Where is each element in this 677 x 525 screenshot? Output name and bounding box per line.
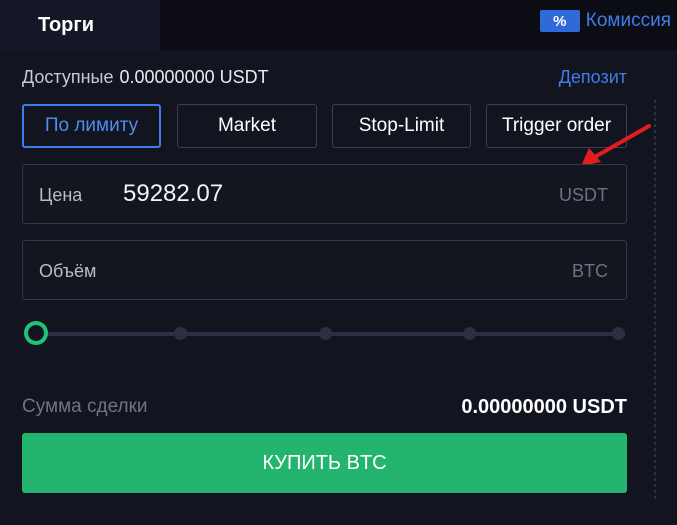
commission-link[interactable]: % Комиссия [539,8,671,34]
order-type-market-button[interactable]: Market [177,104,317,148]
percent-icon: % [539,10,580,32]
top-bar: Торги % Комиссия [0,0,677,50]
total-value: 0.00000000 USDT [461,396,627,418]
order-type-stop-limit-button[interactable]: Stop-Limit [332,104,471,148]
buy-btc-button[interactable]: КУПИТЬ BTC [22,433,627,493]
slider-step-100[interactable] [612,327,625,340]
tab-trading-label: Торги [38,13,95,36]
order-type-label: По лимиту [44,115,139,136]
volume-field[interactable]: Объём BTC [22,240,627,300]
available-label: Доступные [22,67,114,87]
deposit-link[interactable]: Депозит [559,67,627,88]
volume-unit: BTC [572,261,608,281]
price-input-value[interactable]: 59282.07 [123,180,223,208]
buy-btc-label: КУПИТЬ BTC [262,451,387,474]
order-type-label: Stop-Limit [358,115,445,136]
trade-panel: Торги % Комиссия Доступные 0.00000000 USD… [0,0,677,525]
price-field[interactable]: Цена 59282.07 USDT [22,164,627,224]
slider-step-50[interactable] [319,327,332,340]
slider-step-25[interactable] [174,327,187,340]
available-balance: Доступные 0.00000000 USDT [22,67,269,88]
volume-label: Объём [39,261,97,281]
commission-label: Комиссия [585,10,671,31]
scrollbar[interactable] [654,100,656,500]
order-type-label: Market [217,115,277,136]
price-label: Цена [39,185,83,205]
slider-step-75[interactable] [463,327,476,340]
price-unit: USDT [559,185,608,205]
slider-handle[interactable] [24,321,48,345]
order-type-limit-button[interactable]: По лимиту [22,104,161,148]
available-amount: 0.00000000 USDT [119,67,269,87]
total-label: Сумма сделки [22,396,148,417]
tab-trading[interactable]: Торги [0,0,160,50]
